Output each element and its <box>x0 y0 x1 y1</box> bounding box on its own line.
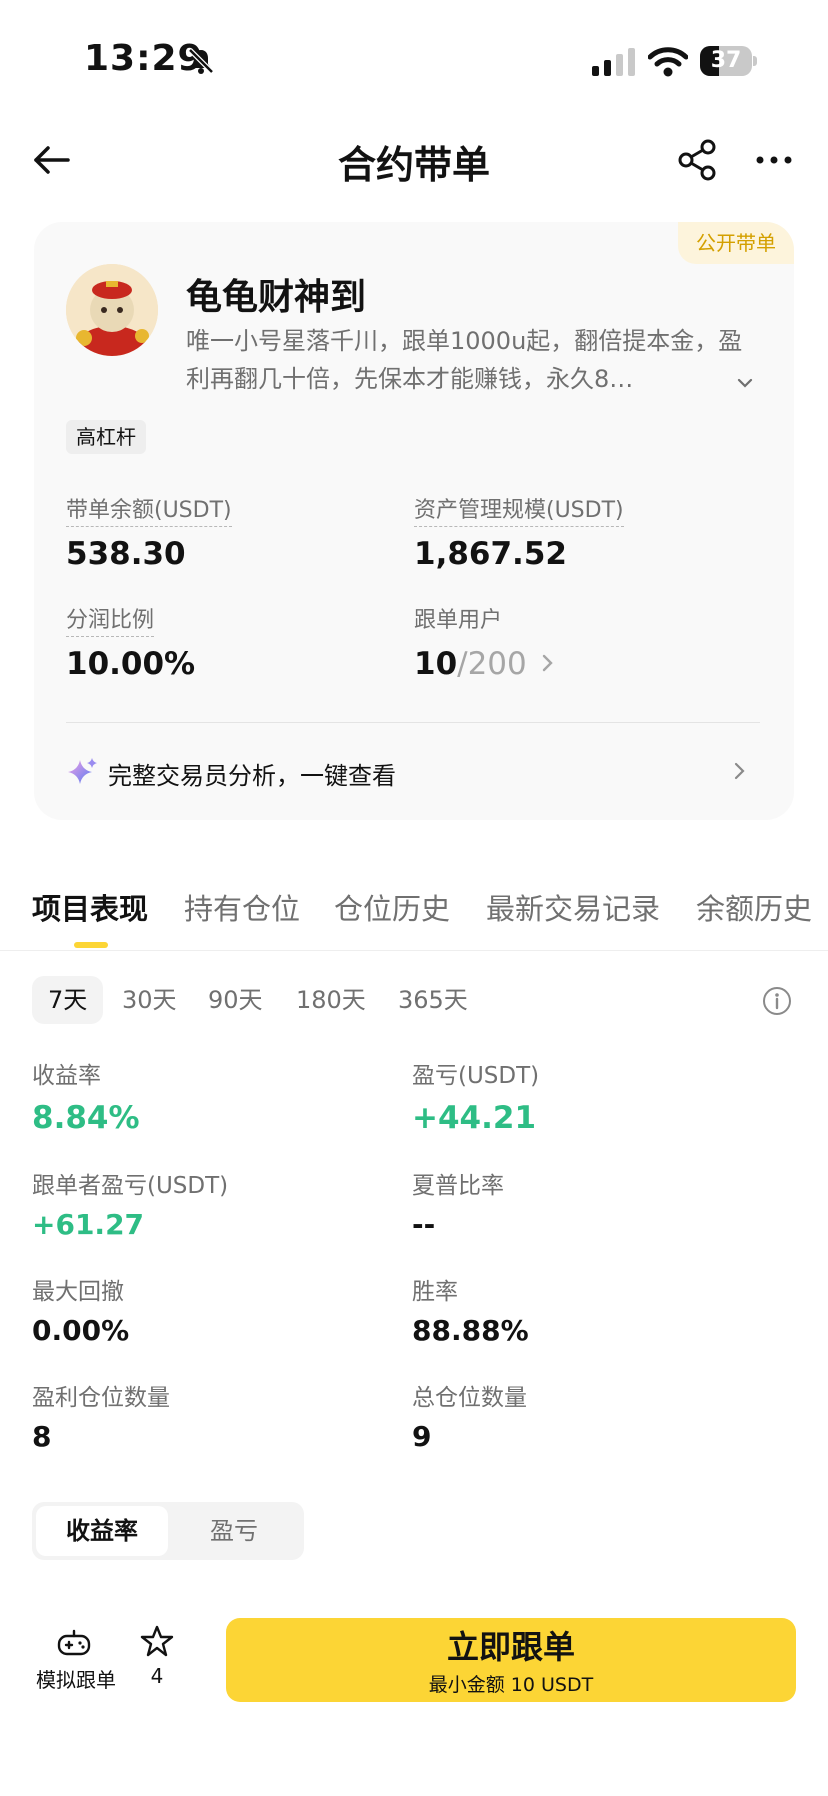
profit-share-value: 10.00% <box>66 646 196 682</box>
active-tab-indicator <box>74 942 108 948</box>
copy-now-button[interactable]: 立即跟单 最小金额 10 USDT <box>226 1618 796 1702</box>
min-amount-label: 最小金额 10 USDT <box>428 1674 594 1696</box>
copier-pnl-label: 跟单者盈亏(USDT) <box>32 1173 229 1199</box>
wifi-icon <box>648 47 688 77</box>
trader-bio[interactable]: 唯一小号星落千川，跟单1000u起，翻倍提本金，盈利再翻几十倍，先保本才能赚钱，… <box>186 322 746 398</box>
followers-label: 跟单用户 <box>414 608 503 633</box>
max-drawdown-label: 最大回撤 <box>32 1279 124 1305</box>
share-icon[interactable] <box>676 138 720 182</box>
status-bar: 13:29 37 <box>0 0 828 120</box>
favorite-count: 4 <box>150 1664 164 1688</box>
followers-max: /200 <box>457 646 527 682</box>
total-positions-label: 总仓位数量 <box>412 1385 527 1411</box>
trader-avatar[interactable] <box>66 264 158 356</box>
followers-count[interactable]: 10/200 <box>414 646 527 682</box>
avatar-illustration-icon <box>66 264 158 356</box>
pnl-label: 盈亏(USDT) <box>412 1063 540 1089</box>
win-rate-value: 88.88% <box>412 1314 529 1347</box>
profit-share-label[interactable]: 分润比例 <box>66 602 155 637</box>
tab-balance-history[interactable]: 余额历史 <box>696 886 812 928</box>
section-tabs: 项目表现 持有仓位 仓位历史 最新交易记录 余额历史 <box>0 886 828 950</box>
roi-value: 8.84% <box>32 1100 140 1136</box>
bell-muted-icon <box>188 48 214 74</box>
trader-card: 公开带单 龟龟财神到 唯一小号星落千川，跟单1000u起，翻倍提本金，盈利再翻几… <box>34 222 794 820</box>
cellular-signal-icon <box>592 48 635 76</box>
sharpe-label: 夏普比率 <box>412 1173 504 1199</box>
toggle-pnl[interactable]: 盈亏 <box>168 1506 300 1556</box>
balance-label[interactable]: 带单余额(USDT) <box>66 492 232 527</box>
followers-current: 10 <box>414 646 458 682</box>
trader-name: 龟龟财神到 <box>186 277 367 318</box>
more-options-icon[interactable] <box>752 138 796 182</box>
battery-indicator: 37 <box>700 46 757 76</box>
aum-value: 1,867.52 <box>414 536 567 572</box>
period-90d[interactable]: 90天 <box>192 976 279 1024</box>
high-leverage-tag: 高杠杆 <box>66 420 146 454</box>
balance-value: 538.30 <box>66 536 186 572</box>
chevron-right-icon[interactable] <box>728 760 750 782</box>
tabs-divider <box>0 950 828 951</box>
chevron-right-icon[interactable] <box>536 652 558 674</box>
win-rate-label: 胜率 <box>412 1279 458 1305</box>
toggle-roi[interactable]: 收益率 <box>36 1506 168 1556</box>
winning-positions-label: 盈利仓位数量 <box>32 1385 170 1411</box>
trader-analysis-link[interactable]: 完整交易员分析，一键查看 <box>108 756 396 791</box>
copier-pnl-value: +61.27 <box>32 1208 145 1241</box>
tab-performance[interactable]: 项目表现 <box>32 886 148 928</box>
max-drawdown-value: 0.00% <box>32 1314 130 1347</box>
sparkle-icon <box>68 758 97 784</box>
star-icon[interactable] <box>140 1624 174 1658</box>
simulate-copy-button[interactable]: 模拟跟单 <box>30 1664 122 1693</box>
winning-positions-value: 8 <box>32 1420 52 1453</box>
tab-positions[interactable]: 持有仓位 <box>184 886 300 928</box>
gamepad-icon[interactable] <box>56 1626 92 1662</box>
aum-label[interactable]: 资产管理规模(USDT) <box>414 492 624 527</box>
info-icon[interactable] <box>762 986 792 1016</box>
chevron-down-icon[interactable] <box>734 372 756 394</box>
period-365d[interactable]: 365天 <box>382 976 484 1024</box>
copy-now-label: 立即跟单 <box>446 1628 575 1666</box>
public-lead-badge: 公开带单 <box>678 222 794 264</box>
pnl-value: +44.21 <box>412 1100 537 1136</box>
card-divider <box>66 722 760 723</box>
sharpe-value: -- <box>412 1208 436 1241</box>
period-30d[interactable]: 30天 <box>106 976 193 1024</box>
tab-latest-trades[interactable]: 最新交易记录 <box>486 886 660 928</box>
total-positions-value: 9 <box>412 1420 432 1453</box>
roi-label: 收益率 <box>32 1063 101 1089</box>
tab-position-history[interactable]: 仓位历史 <box>334 886 450 928</box>
period-180d[interactable]: 180天 <box>280 976 382 1024</box>
battery-level: 37 <box>710 48 742 73</box>
chart-metric-toggle: 收益率 盈亏 <box>32 1502 304 1560</box>
period-7d[interactable]: 7天 <box>32 976 104 1024</box>
